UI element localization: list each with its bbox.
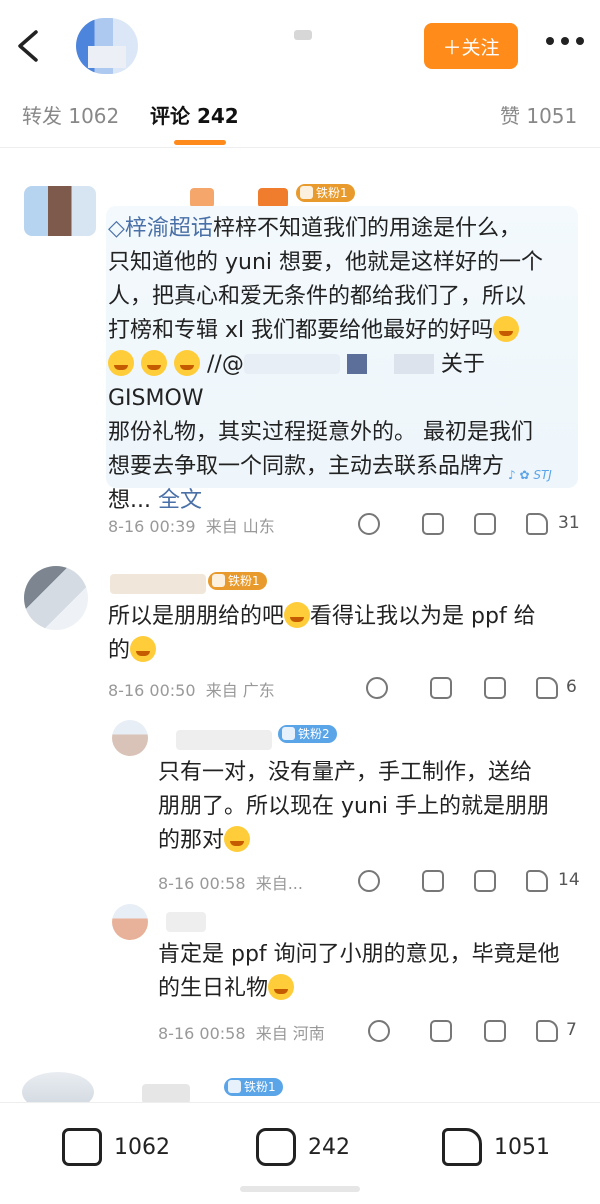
like-icon[interactable]: [536, 677, 558, 699]
full-text-link[interactable]: 全文: [158, 488, 202, 513]
comment-text: 只有一对，没有量产，手工制作，送给 朋朋了。所以现在 yuni 手上的就是朋朋 …: [158, 760, 550, 853]
comment-meta: 8-16 00:58 来自...: [158, 874, 303, 893]
like-count: 7: [566, 1020, 577, 1040]
reply-icon[interactable]: [484, 677, 506, 699]
author-avatar[interactable]: [76, 18, 138, 74]
comment-meta: 8-16 00:50 来自 广东: [108, 681, 275, 700]
like-count: 6: [566, 677, 577, 697]
dislike-icon[interactable]: [358, 870, 380, 892]
repost-icon[interactable]: [422, 870, 444, 892]
back-arrow-icon[interactable]: [14, 28, 42, 64]
author-name-blurred: [294, 30, 312, 40]
fan-badge: 铁粉1: [224, 1078, 283, 1096]
like-count: 31: [558, 513, 580, 533]
avatar[interactable]: [112, 904, 148, 940]
tab-comment[interactable]: 评论 242: [150, 100, 239, 129]
tab-repost[interactable]: 转发 1062: [22, 100, 119, 129]
crying-emoji-icon: [224, 826, 251, 852]
tab-like[interactable]: 赞 1051: [500, 100, 577, 129]
laughing-emoji-icon: [284, 602, 311, 628]
thumbs-up-icon: [442, 1128, 482, 1166]
comment-meta: 8-16 00:58 来自 河南: [158, 1024, 325, 1043]
reply-icon[interactable]: [474, 870, 496, 892]
dislike-icon[interactable]: [368, 1020, 390, 1042]
comment-icon: [256, 1128, 296, 1166]
repost-icon[interactable]: [430, 1020, 452, 1042]
comment-button[interactable]: 242: [256, 1125, 350, 1169]
username-blurred[interactable]: [190, 188, 214, 208]
dislike-icon[interactable]: [366, 677, 388, 699]
like-icon[interactable]: [536, 1020, 558, 1042]
mention-blurred[interactable]: [243, 354, 340, 374]
comment-meta: 8-16 00:39 来自 山东: [108, 517, 275, 536]
tab-bar: 转发 1062 评论 242 赞 1051: [0, 90, 600, 148]
like-icon[interactable]: [526, 513, 548, 535]
comment-text: 肯定是 ppf 询问了小朋的意见，毕竟是他 的生日礼物: [158, 942, 560, 1001]
topic-link[interactable]: ◇梓渝超话: [108, 216, 213, 241]
username-blurred[interactable]: [142, 1084, 190, 1104]
username-blurred[interactable]: [110, 574, 206, 594]
crying-emoji-icon: [493, 316, 520, 342]
comment-text: 所以是朋朋给的吧 看得让我以为是 ppf 给 的: [108, 602, 536, 663]
laughing-emoji-icon: [130, 636, 157, 662]
repost-icon: [62, 1128, 102, 1166]
crying-emoji-icon: [108, 350, 134, 376]
more-options-icon[interactable]: [546, 37, 584, 45]
avatar[interactable]: [24, 186, 96, 236]
username-blurred[interactable]: [258, 188, 288, 208]
crying-emoji-icon: [268, 974, 295, 1000]
repost-button[interactable]: 1062: [62, 1125, 170, 1169]
fan-badge: 铁粉1: [208, 572, 267, 590]
like-button[interactable]: 1051: [442, 1125, 550, 1169]
follow-button[interactable]: ＋关注: [424, 23, 518, 69]
active-tab-indicator: [174, 140, 226, 145]
username-blurred[interactable]: [166, 912, 206, 932]
username-blurred[interactable]: [176, 730, 272, 750]
fan-badge: 铁粉2: [278, 725, 337, 743]
reply-icon[interactable]: [474, 513, 496, 535]
crying-emoji-icon: [174, 350, 200, 376]
dislike-icon[interactable]: [358, 513, 380, 535]
avatar[interactable]: [24, 566, 88, 630]
repost-icon[interactable]: [422, 513, 444, 535]
like-count: 14: [558, 870, 580, 890]
reply-icon[interactable]: [484, 1020, 506, 1042]
avatar[interactable]: [112, 720, 148, 756]
home-indicator: [240, 1186, 360, 1192]
crying-emoji-icon: [141, 350, 167, 376]
like-icon[interactable]: [526, 870, 548, 892]
repost-icon[interactable]: [430, 677, 452, 699]
stj-sticker-icon: ♪ ✿ STJ: [508, 468, 552, 482]
fan-badge: 铁粉1: [296, 184, 355, 202]
top-header: ＋关注: [0, 0, 600, 90]
